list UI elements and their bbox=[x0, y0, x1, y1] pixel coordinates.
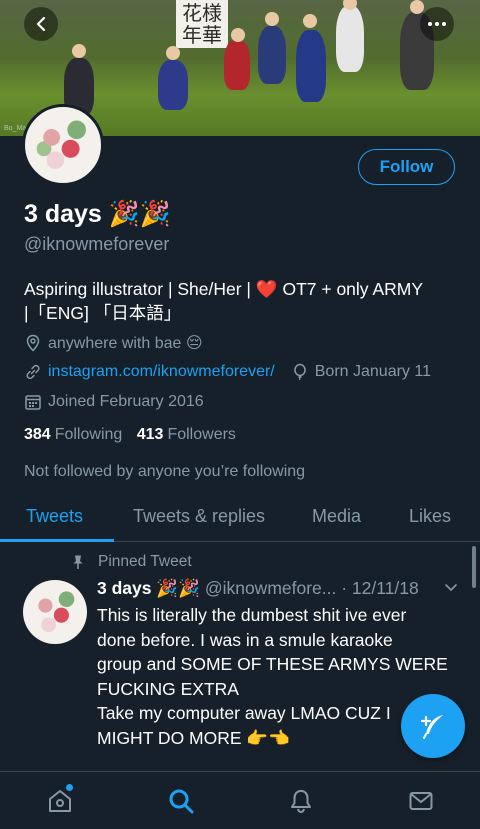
followers-count: 413 bbox=[136, 426, 164, 443]
banner-figure-head bbox=[72, 44, 86, 58]
nav-home[interactable] bbox=[47, 784, 73, 819]
followers-label: Followers bbox=[167, 426, 236, 443]
bell-icon bbox=[291, 790, 311, 814]
nav-search[interactable] bbox=[168, 788, 194, 819]
bio-line: |「ENG] 「日本語」 bbox=[24, 303, 182, 323]
tweet-line: done before. I was in a smule karaoke bbox=[97, 629, 393, 650]
home-icon bbox=[49, 790, 71, 812]
tweet-line: group and SOME OF THESE ARMYS WERE bbox=[97, 654, 448, 674]
active-tab-indicator bbox=[0, 539, 114, 542]
back-button[interactable] bbox=[24, 7, 58, 41]
bottom-navigation bbox=[0, 771, 480, 829]
tweet-meta: @iknowmefore... · 12/11/18 bbox=[204, 578, 419, 598]
joined-text: Joined February 2016 bbox=[48, 393, 204, 410]
profile-joined: Joined February 2016 bbox=[24, 393, 204, 411]
profile-tabs: Tweets Tweets & replies Media Likes bbox=[0, 494, 480, 542]
website-link[interactable]: instagram.com/iknowmeforever/ bbox=[48, 363, 275, 381]
scrollbar[interactable] bbox=[472, 546, 476, 588]
not-followed-notice: Not followed by anyone you’re following bbox=[24, 463, 306, 480]
compose-tweet-button[interactable] bbox=[401, 694, 465, 758]
nav-messages[interactable] bbox=[408, 788, 434, 819]
tab-tweets[interactable]: Tweets bbox=[26, 506, 83, 527]
banner-figure bbox=[296, 30, 326, 102]
followers-link[interactable]: 413 Followers bbox=[137, 426, 236, 443]
tweet-header: 3 days 🎉🎉 @iknowmefore... · 12/11/18 bbox=[97, 578, 437, 599]
following-count: 384 bbox=[24, 426, 51, 443]
chevron-down-icon[interactable] bbox=[444, 583, 458, 593]
pinned-text: Pinned Tweet bbox=[98, 553, 192, 570]
following-label: Following bbox=[54, 426, 123, 443]
profile-avatar[interactable] bbox=[22, 104, 104, 186]
calendar-icon bbox=[25, 395, 41, 410]
profile-handle: @iknowmeforever bbox=[24, 234, 170, 254]
following-link[interactable]: 384 Following bbox=[24, 426, 122, 443]
banner-figure-head bbox=[410, 0, 424, 14]
banner-figure-head bbox=[265, 12, 279, 26]
tab-tweets-replies[interactable]: Tweets & replies bbox=[133, 506, 265, 527]
tweet-line: This is literally the dumbest shit ive e… bbox=[97, 605, 407, 625]
location-pin-icon bbox=[26, 334, 40, 352]
back-arrow-icon bbox=[36, 16, 46, 32]
follow-counts: 384 Following 413 Followers bbox=[24, 426, 236, 444]
banner-figure bbox=[158, 60, 188, 110]
link-icon bbox=[26, 364, 40, 380]
tweet-avatar[interactable] bbox=[23, 580, 87, 644]
tweet-author-name: 3 days 🎉🎉 bbox=[97, 578, 200, 598]
pin-icon bbox=[73, 555, 83, 569]
location-text: anywhere with bae 😔 bbox=[48, 335, 203, 352]
profile-location: anywhere with bae 😔 bbox=[24, 333, 203, 353]
search-icon bbox=[169, 789, 194, 814]
bio-line: Aspiring illustrator | She/Her | ❤️ OT7 … bbox=[24, 279, 424, 299]
banner-figure bbox=[258, 26, 286, 84]
banner-sign: 花様年華 bbox=[176, 0, 228, 48]
mail-icon bbox=[409, 792, 433, 810]
follow-button[interactable]: Follow bbox=[358, 149, 455, 185]
tab-media[interactable]: Media bbox=[312, 506, 361, 527]
profile-display-name: 3 days 🎉🎉 bbox=[24, 200, 172, 228]
nav-notifications[interactable] bbox=[288, 788, 314, 819]
banner-figure-head bbox=[231, 28, 245, 42]
birthday-text: Born January 11 bbox=[314, 363, 431, 380]
tab-likes[interactable]: Likes bbox=[409, 506, 451, 527]
compose-icon bbox=[420, 715, 443, 739]
profile-website-row: instagram.com/iknowmeforever/ Born Janua… bbox=[24, 363, 431, 381]
more-dots-icon bbox=[428, 22, 446, 26]
banner-figure bbox=[336, 6, 364, 72]
tweet-line: FUCKING EXTRA bbox=[97, 678, 239, 699]
pinned-tweet-label: Pinned Tweet bbox=[70, 553, 192, 571]
banner-figure-head bbox=[303, 14, 317, 28]
more-options-button[interactable] bbox=[420, 7, 454, 41]
balloon-icon bbox=[294, 363, 306, 381]
home-notification-dot bbox=[66, 784, 73, 791]
banner-figure bbox=[224, 40, 250, 90]
profile-bio: Aspiring illustrator | She/Her | ❤️ OT7 … bbox=[24, 277, 464, 325]
banner-figure-head bbox=[166, 46, 180, 60]
